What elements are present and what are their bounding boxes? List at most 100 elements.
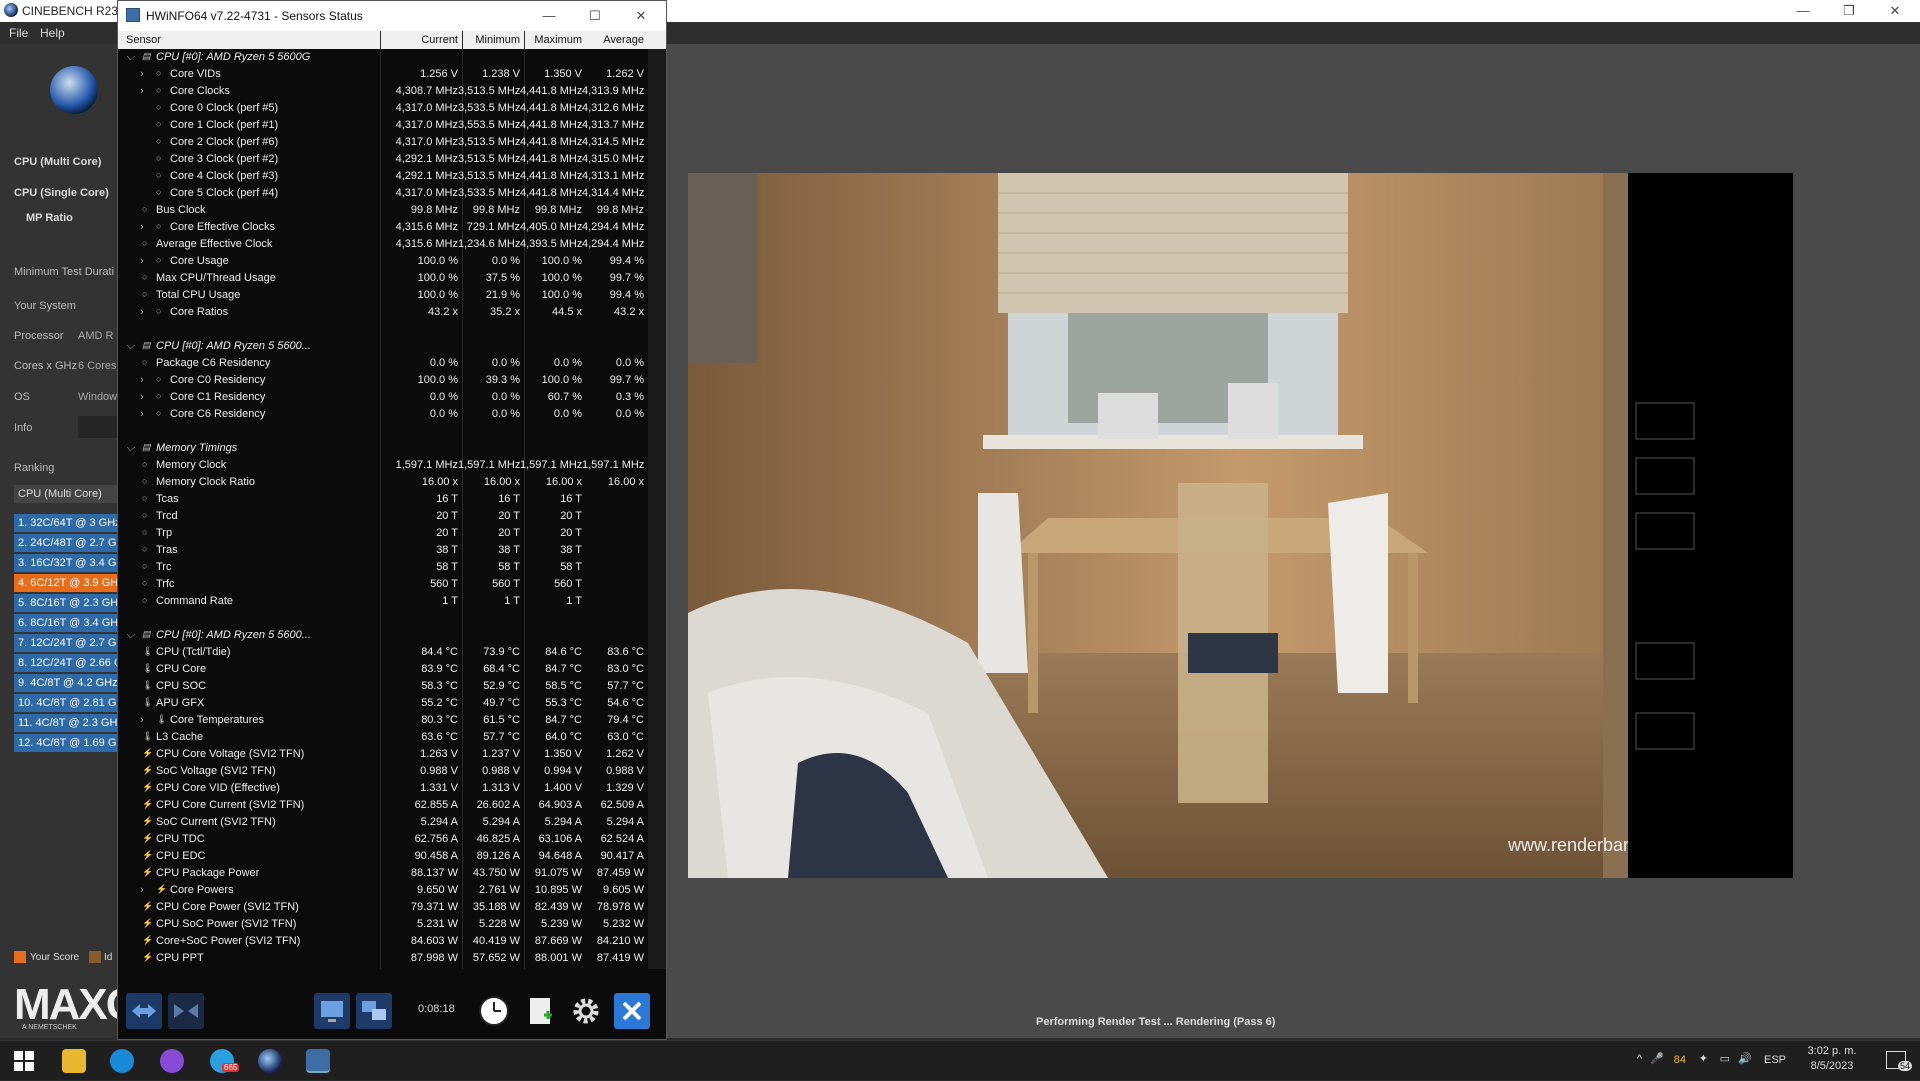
sensor-group-row[interactable]: ⌵ ▤ Memory Timings xyxy=(118,440,648,457)
sensor-group-row[interactable]: ⌵ ▤ CPU [#0]: AMD Ryzen 5 5600... xyxy=(118,338,648,355)
monitor-icon[interactable] xyxy=(314,993,350,1029)
ranking-item[interactable]: 7. 12C/24T @ 2.7 GH xyxy=(14,634,117,652)
network-icon[interactable] xyxy=(356,993,392,1029)
sensor-row[interactable]: ○ Memory Clock Ratio 16.00 x 16.00 x 16.00 x… xyxy=(118,474,648,491)
chevron-down-icon[interactable]: ⌵ xyxy=(126,51,134,64)
sensor-row[interactable]: ○ Command Rate 1 T 1 T 1 T xyxy=(118,593,648,610)
ranking-item[interactable]: 11. 4C/8T @ 2.3 GHz xyxy=(14,714,117,732)
sensor-row[interactable]: ○ Core 1 Clock (perf #1) 4,317.0 MHz 3,553.… xyxy=(118,117,648,134)
chevron-right-icon[interactable]: › xyxy=(140,714,144,726)
clock-icon[interactable] xyxy=(476,993,512,1029)
header-sensor[interactable]: Sensor xyxy=(126,34,161,46)
close-x-icon[interactable] xyxy=(614,993,650,1029)
sensor-row[interactable]: › ○ Core Effective Clocks 4,315.6 MHz 729.1 … xyxy=(118,219,648,236)
sensor-row[interactable]: 🌡 CPU (Tctl/Tdie) 84.4 °C 73.9 °C 84.6 °C 83.… xyxy=(118,644,648,661)
chevron-right-icon[interactable]: › xyxy=(140,408,144,420)
sensor-row[interactable]: › ⚡ Core Powers 9.650 W 2.761 W 10.895 W 9.605… xyxy=(118,882,648,899)
microphone-icon[interactable]: 🎤 xyxy=(1650,1052,1664,1065)
edge-browser-icon[interactable] xyxy=(110,1049,134,1073)
nav-left-right-icon[interactable] xyxy=(126,993,162,1029)
chevron-down-icon[interactable]: ⌵ xyxy=(126,442,134,455)
hwinfo-taskbar-icon[interactable] xyxy=(306,1049,330,1073)
file-explorer-icon[interactable] xyxy=(62,1049,86,1073)
sensor-row[interactable]: ⚡ CPU Core VID (Effective) 1.331 V 1.313 V 1… xyxy=(118,780,648,797)
menu-file[interactable]: File xyxy=(9,26,28,40)
sensor-row[interactable]: › 🌡 Core Temperatures 80.3 °C 61.5 °C 84.7 °C… xyxy=(118,712,648,729)
dropbox-icon[interactable]: ✦ xyxy=(1699,1052,1708,1065)
sensor-row[interactable]: ○ Tras 38 T 38 T 38 T xyxy=(118,542,648,559)
ranking-item[interactable]: 5. 8C/16T @ 2.3 GHz xyxy=(14,594,117,612)
sensor-group-row[interactable]: ⌵ ▤ CPU [#0]: AMD Ryzen 5 5600... xyxy=(118,627,648,644)
sensor-row[interactable]: ⚡ CPU Core Current (SVI2 TFN) 62.855 A 26.6… xyxy=(118,797,648,814)
sensor-row[interactable]: ⚡ CPU TDC 62.756 A 46.825 A 63.106 A 62.524 A xyxy=(118,831,648,848)
chevron-right-icon[interactable]: › xyxy=(140,68,144,80)
hwinfo-minimize-icon[interactable]: — xyxy=(526,5,572,27)
sensor-row[interactable]: 🌡 CPU SOC 58.3 °C 52.9 °C 58.5 °C 57.7 °C xyxy=(118,678,648,695)
sensor-row[interactable]: › ○ Core Ratios 43.2 x 35.2 x 44.5 x 43.2 x xyxy=(118,304,648,321)
sensor-row[interactable]: ○ Tcas 16 T 16 T 16 T xyxy=(118,491,648,508)
settings-gear-icon[interactable] xyxy=(568,993,604,1029)
ranking-item[interactable]: 12. 4C/8T @ 1.69 GH xyxy=(14,734,117,752)
sensor-row[interactable]: ○ Trfc 560 T 560 T 560 T xyxy=(118,576,648,593)
sensor-row[interactable]: ○ Max CPU/Thread Usage 100.0 % 37.5 % 100.0 … xyxy=(118,270,648,287)
sensor-row[interactable]: ○ Trcd 20 T 20 T 20 T xyxy=(118,508,648,525)
cinebench-taskbar-icon[interactable] xyxy=(258,1049,282,1073)
info-field[interactable] xyxy=(78,416,117,438)
sensor-group-row[interactable]: ⌵ ▤ CPU [#0]: AMD Ryzen 5 5600G xyxy=(118,49,648,66)
sensor-row[interactable]: › ○ Core C6 Residency 0.0 % 0.0 % 0.0 % 0.0 % xyxy=(118,406,648,423)
start-windows-icon[interactable] xyxy=(12,1049,36,1073)
minimize-icon[interactable]: — xyxy=(1780,0,1826,22)
sensor-row[interactable]: ○ Total CPU Usage 100.0 % 21.9 % 100.0 % 99.4… xyxy=(118,287,648,304)
messenger-icon[interactable] xyxy=(160,1049,184,1073)
network-tray-icon[interactable]: ▭ xyxy=(1720,1052,1730,1065)
sensor-row[interactable]: ⚡ SoC Voltage (SVI2 TFN) 0.988 V 0.988 V 0.9… xyxy=(118,763,648,780)
sensor-row[interactable]: ○ Core 4 Clock (perf #3) 4,292.1 MHz 3,513.… xyxy=(118,168,648,185)
chevron-right-icon[interactable]: › xyxy=(140,391,144,403)
volume-icon[interactable]: 🔊 xyxy=(1738,1052,1752,1065)
sensor-row[interactable]: › ○ Core VIDs 1.256 V 1.238 V 1.350 V 1.262 V xyxy=(118,66,648,83)
language-indicator[interactable]: ESP xyxy=(1764,1054,1786,1066)
menu-help[interactable]: Help xyxy=(40,26,65,40)
restore-icon[interactable]: ❐ xyxy=(1826,0,1872,22)
sensor-row[interactable]: ○ Trc 58 T 58 T 58 T xyxy=(118,559,648,576)
tray-temp[interactable]: 84 xyxy=(1674,1054,1686,1066)
ranking-item[interactable]: 9. 4C/8T @ 4.2 GHz, xyxy=(14,674,117,692)
sensor-row[interactable]: ○ Bus Clock 99.8 MHz 99.8 MHz 99.8 MHz 99.8 M… xyxy=(118,202,648,219)
chevron-right-icon[interactable]: › xyxy=(140,374,144,386)
sensor-row[interactable]: › ○ Core C1 Residency 0.0 % 0.0 % 60.7 % 0.3 % xyxy=(118,389,648,406)
sensor-row[interactable]: ○ Package C6 Residency 0.0 % 0.0 % 0.0 % 0.0 … xyxy=(118,355,648,372)
sensor-row[interactable]: ○ Average Effective Clock 4,315.6 MHz 1,234… xyxy=(118,236,648,253)
ranking-item[interactable]: 6. 8C/16T @ 3.4 GHz xyxy=(14,614,117,632)
hwinfo-maximize-icon[interactable]: ☐ xyxy=(572,5,618,27)
sensor-row[interactable]: ⚡ CPU SoC Power (SVI2 TFN) 5.231 W 5.228 W 5… xyxy=(118,916,648,933)
sensor-row[interactable]: ○ Core 2 Clock (perf #6) 4,317.0 MHz 3,513.… xyxy=(118,134,648,151)
cpu-single-core-label[interactable]: CPU (Single Core) xyxy=(14,187,109,199)
sensor-scrollbar[interactable] xyxy=(648,49,666,969)
sensor-row[interactable]: ○ Trp 20 T 20 T 20 T xyxy=(118,525,648,542)
chevron-right-icon[interactable]: › xyxy=(140,255,144,267)
sensor-row[interactable]: › ○ Core C0 Residency 100.0 % 39.3 % 100.0 % 9… xyxy=(118,372,648,389)
chevron-right-icon[interactable]: › xyxy=(140,85,144,97)
ranking-item[interactable]: 10. 4C/8T @ 2.81 GH xyxy=(14,694,117,712)
min-test-duration-label[interactable]: Minimum Test Durati xyxy=(14,266,114,278)
chevron-right-icon[interactable]: › xyxy=(140,306,144,318)
collapse-icon[interactable] xyxy=(168,993,204,1029)
sensor-row[interactable]: › ○ Core Usage 100.0 % 0.0 % 100.0 % 99.4 % xyxy=(118,253,648,270)
sensor-row[interactable]: ⚡ CPU Core Voltage (SVI2 TFN) 1.263 V 1.237… xyxy=(118,746,648,763)
header-maximum[interactable]: Maximum xyxy=(520,34,582,46)
sensor-row[interactable]: 🌡 L3 Cache 63.6 °C 57.7 °C 64.0 °C 63.0 °C xyxy=(118,729,648,746)
sensor-row[interactable]: ○ Core 0 Clock (perf #5) 4,317.0 MHz 3,533.… xyxy=(118,100,648,117)
close-icon[interactable]: ✕ xyxy=(1872,0,1918,22)
tray-chevron-up-icon[interactable]: ^ xyxy=(1637,1053,1642,1065)
chevron-down-icon[interactable]: ⌵ xyxy=(126,340,134,353)
sensor-row[interactable]: ⚡ CPU EDC 90.458 A 89.126 A 94.648 A 90.417 A xyxy=(118,848,648,865)
sensor-row[interactable]: 🌡 CPU Core 83.9 °C 68.4 °C 84.7 °C 83.0 °C xyxy=(118,661,648,678)
sensor-row[interactable]: 🌡 APU GFX 55.2 °C 49.7 °C 55.3 °C 54.6 °C xyxy=(118,695,648,712)
sensor-row[interactable]: ⚡ CPU PPT 87.998 W 57.652 W 88.001 W 87.419 W xyxy=(118,950,648,967)
sensor-row[interactable]: ○ Core 5 Clock (perf #4) 4,317.0 MHz 3,533.… xyxy=(118,185,648,202)
report-icon[interactable] xyxy=(522,993,558,1029)
ranking-item[interactable]: 4. 6C/12T @ 3.9 GHz xyxy=(14,574,117,592)
sensor-row[interactable]: ⚡ SoC Current (SVI2 TFN) 5.294 A 5.294 A 5.2… xyxy=(118,814,648,831)
ranking-item[interactable]: 2. 24C/48T @ 2.7 GH xyxy=(14,534,117,552)
clock[interactable]: 3:02 p. m. 8/5/2023 xyxy=(1802,1045,1862,1072)
